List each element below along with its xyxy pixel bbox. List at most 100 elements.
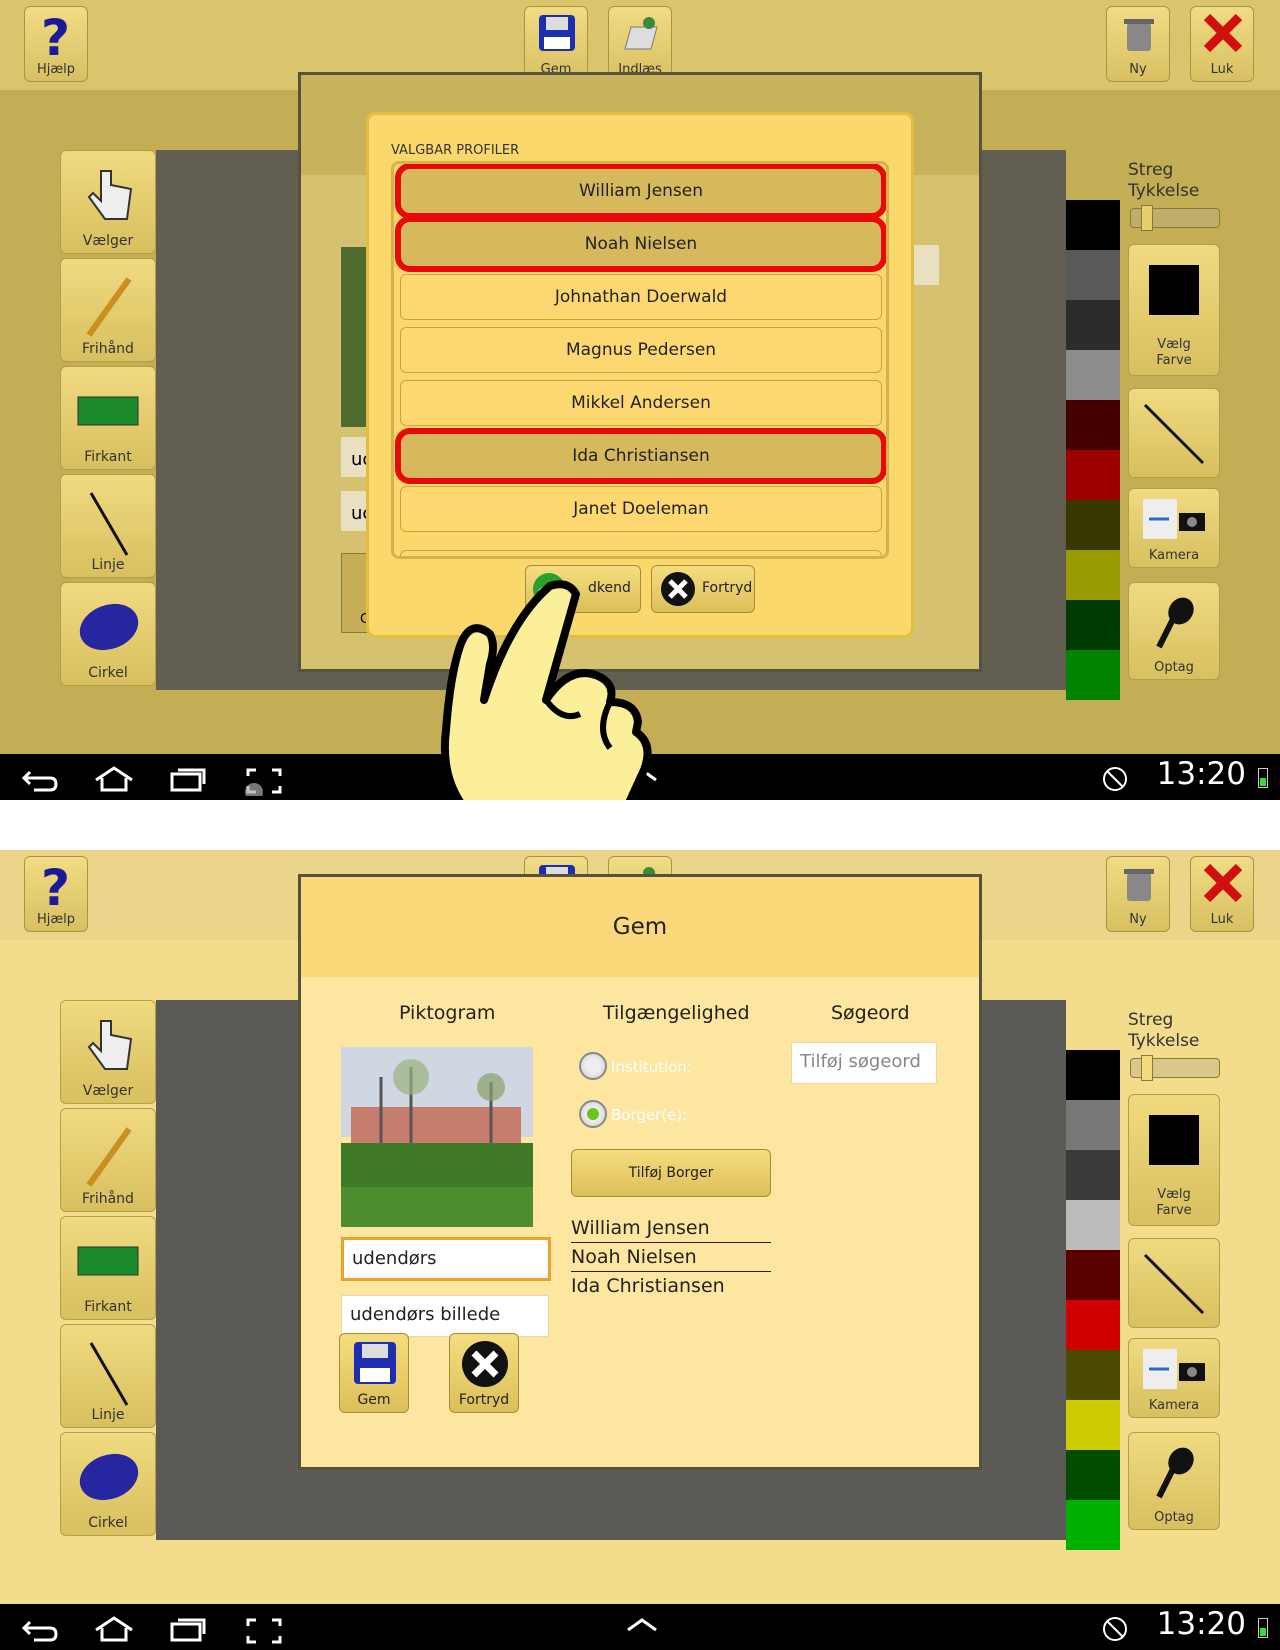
color-swatch[interactable] — [1066, 1250, 1120, 1300]
battery-icon — [1258, 768, 1268, 788]
institution-radio[interactable] — [579, 1052, 607, 1080]
partial-keyword-field[interactable] — [913, 245, 939, 285]
home-icon[interactable] — [92, 766, 136, 792]
color-swatch[interactable] — [1066, 350, 1120, 400]
stroke-thickness-slider[interactable] — [1130, 205, 1220, 231]
tool-freehand-2[interactable]: Frihånd — [60, 1108, 156, 1212]
dialog-save-button[interactable]: Gem — [339, 1333, 409, 1413]
tool-circle[interactable]: Cirkel — [60, 582, 156, 686]
profile-item[interactable]: Janet Doeleman — [400, 486, 882, 532]
floppy-icon — [354, 1342, 396, 1384]
add-citizen-button[interactable]: Tilføj Borger — [571, 1149, 771, 1197]
close-button-2[interactable]: Luk — [1190, 856, 1254, 932]
new-button-2[interactable]: Ny — [1106, 856, 1170, 932]
hand-pointer-icon — [87, 170, 133, 220]
profile-item[interactable]: William Jensen — [395, 164, 886, 219]
stroke-thickness-slider-2[interactable] — [1130, 1055, 1220, 1081]
pictogram-photo — [341, 1047, 533, 1227]
back-icon[interactable] — [20, 766, 60, 792]
pictogram-heading: Piktogram — [399, 1002, 496, 1024]
color-swatch[interactable] — [1066, 300, 1120, 350]
rectangle-icon — [77, 396, 139, 426]
color-swatch[interactable] — [1066, 250, 1120, 300]
color-swatch[interactable] — [1066, 1050, 1120, 1100]
tool-select-2[interactable]: Vælger — [60, 1000, 156, 1104]
tool-freehand[interactable]: Frihånd — [60, 258, 156, 362]
profile-item[interactable]: Noah Nielsen — [395, 216, 886, 272]
camera-button[interactable]: Kamera — [1128, 488, 1220, 568]
back-icon[interactable] — [20, 1616, 60, 1642]
choose-color-button[interactable]: Vælg Farve — [1128, 244, 1220, 376]
tapping-hand-icon — [440, 580, 652, 800]
record-label: Optag — [1154, 660, 1194, 675]
record-button-2[interactable]: Optag — [1128, 1432, 1220, 1530]
color-swatch[interactable] — [1066, 1150, 1120, 1200]
microphone-icon — [1156, 597, 1194, 649]
close-icon — [1203, 863, 1243, 903]
line-width-preview[interactable] — [1128, 388, 1220, 478]
tool-circle-label: Cirkel — [88, 1515, 128, 1531]
profile-item-partial[interactable] — [400, 550, 882, 556]
profile-item[interactable]: Ida Christiansen — [395, 428, 886, 484]
profile-item[interactable]: Mikkel Andersen — [400, 380, 882, 426]
choose-color-button-2[interactable]: Vælg Farve — [1128, 1094, 1220, 1226]
color-swatch[interactable] — [1066, 1200, 1120, 1250]
color-swatch[interactable] — [1066, 200, 1120, 250]
color-swatch[interactable] — [1066, 1300, 1120, 1350]
color-swatch[interactable] — [1066, 400, 1120, 450]
tool-rectangle-2[interactable]: Firkant — [60, 1216, 156, 1320]
pictogram-description-input[interactable]: udendørs billede — [341, 1295, 549, 1337]
tool-line-2[interactable]: Linje — [60, 1324, 156, 1428]
color-swatch[interactable] — [1066, 1500, 1120, 1550]
record-button[interactable]: Optag — [1128, 582, 1220, 680]
system-nav-bar-2: 13:20 — [0, 1604, 1280, 1650]
help-button-2[interactable]: ? Hjælp — [24, 856, 88, 932]
line-icon — [89, 1342, 129, 1406]
chevron-up-icon[interactable] — [624, 1614, 660, 1634]
save-button[interactable]: Gem — [524, 6, 588, 82]
profile-item[interactable]: Johnathan Doerwald — [400, 274, 882, 320]
tool-rectangle-label: Firkant — [84, 1299, 132, 1315]
citizen-radio[interactable] — [579, 1100, 607, 1128]
tool-circle-2[interactable]: Cirkel — [60, 1432, 156, 1536]
screenshot-icon[interactable] — [244, 766, 284, 796]
close-button[interactable]: Luk — [1190, 6, 1254, 82]
keyword-input[interactable]: Tilføj søgeord — [791, 1042, 937, 1084]
line-width-preview-2[interactable] — [1128, 1238, 1220, 1328]
color-swatch[interactable] — [1066, 1400, 1120, 1450]
battery-icon — [1258, 1618, 1268, 1638]
color-swatch[interactable] — [1066, 500, 1120, 550]
color-swatch[interactable] — [1066, 1450, 1120, 1500]
cancel-x-icon — [462, 1341, 508, 1387]
tool-select[interactable]: Vælger — [60, 150, 156, 254]
tool-line[interactable]: Linje — [60, 474, 156, 578]
help-button[interactable]: ? Hjælp — [24, 6, 88, 82]
home-icon[interactable] — [92, 1616, 136, 1642]
citizen-radio-label: Borger(e): — [611, 1106, 688, 1124]
color-swatch[interactable] — [1066, 450, 1120, 500]
citizen-list-item: Ida Christiansen — [571, 1275, 725, 1297]
recent-apps-icon[interactable] — [168, 766, 208, 792]
pictogram-title-input[interactable]: udendørs — [341, 1237, 551, 1281]
trash-icon — [1124, 869, 1154, 901]
color-swatch[interactable] — [1066, 1350, 1120, 1400]
dialog-save-label: Gem — [357, 1392, 391, 1408]
save-dialog: Gem Piktogram Tilgængelighed Søgeord ude… — [298, 874, 982, 1470]
import-button[interactable]: Indlæs — [608, 6, 672, 82]
bottom-screen: ? Hjælp Gem Indlæs Ny Luk Vælger Frihånd… — [0, 850, 1280, 1650]
profile-item[interactable]: Magnus Pedersen — [400, 327, 882, 373]
screenshot-icon[interactable] — [244, 1616, 284, 1646]
color-swatch[interactable] — [1066, 650, 1120, 700]
color-swatch[interactable] — [1066, 1100, 1120, 1150]
cancel-button[interactable]: Fortryd — [651, 565, 755, 613]
profile-list[interactable]: William Jensen Noah Nielsen Johnathan Doer… — [391, 161, 889, 559]
new-button[interactable]: Ny — [1106, 6, 1170, 82]
recent-apps-icon[interactable] — [168, 1616, 208, 1642]
camera-button-2[interactable]: Kamera — [1128, 1338, 1220, 1418]
dialog-cancel-button[interactable]: Fortryd — [449, 1333, 519, 1413]
tool-rectangle-label: Firkant — [84, 449, 132, 465]
color-swatch[interactable] — [1066, 600, 1120, 650]
color-swatch[interactable] — [1066, 550, 1120, 600]
trash-icon — [1124, 19, 1154, 51]
tool-rectangle[interactable]: Firkant — [60, 366, 156, 470]
